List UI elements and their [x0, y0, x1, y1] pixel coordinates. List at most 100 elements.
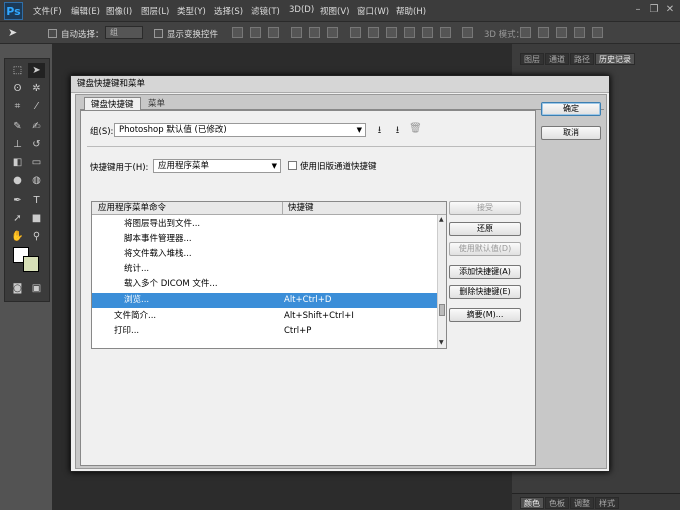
align-bottom-icon[interactable]: [268, 27, 279, 38]
hand-tool-icon[interactable]: ✋: [9, 229, 26, 244]
scrollbar-thumb[interactable]: [439, 304, 445, 316]
set-dropdown[interactable]: Photoshop 默认值 (已修改) ▼: [114, 123, 366, 137]
table-row[interactable]: 将文件载入堆栈...: [92, 247, 437, 262]
magic-wand-icon[interactable]: ✲: [28, 81, 45, 96]
healing-brush-icon[interactable]: ✎: [9, 119, 26, 134]
table-row-selected[interactable]: 浏览... Alt+Ctrl+D: [92, 293, 437, 308]
crop-tool-icon[interactable]: ⌗: [9, 99, 26, 114]
align-right-icon[interactable]: [327, 27, 338, 38]
auto-align-icon[interactable]: [462, 27, 473, 38]
align-vcenter-icon[interactable]: [250, 27, 261, 38]
show-transform-checkbox[interactable]: [154, 29, 163, 38]
auto-select-checkbox[interactable]: [48, 29, 57, 38]
marquee-tool-icon[interactable]: ⬚: [9, 63, 26, 78]
menu-layer[interactable]: 图层(L): [141, 5, 169, 17]
brush-tool-icon[interactable]: ✍: [28, 119, 45, 134]
tab-layers[interactable]: 图层: [520, 53, 544, 65]
new-set-icon[interactable]: ⭳: [391, 123, 404, 136]
menu-help[interactable]: 帮助(H): [396, 5, 426, 17]
3d-scale-icon[interactable]: [592, 27, 603, 38]
close-icon[interactable]: ✕: [664, 4, 676, 16]
tab-paths[interactable]: 路径: [570, 53, 594, 65]
table-scrollbar[interactable]: ▲ ▼: [437, 215, 446, 348]
shortcuts-for-dropdown[interactable]: 应用程序菜单 ▼: [153, 159, 281, 173]
show-transform-label: 显示变换控件: [167, 30, 219, 40]
3d-slide-icon[interactable]: [574, 27, 585, 38]
menu-filter[interactable]: 滤镜(T): [251, 5, 280, 17]
lasso-tool-icon[interactable]: ʘ: [9, 81, 26, 96]
align-top-icon[interactable]: [232, 27, 243, 38]
align-hcenter-icon[interactable]: [309, 27, 320, 38]
use-default-button[interactable]: 使用默认值(D): [449, 242, 521, 256]
tab-styles[interactable]: 样式: [595, 497, 619, 509]
delete-set-icon[interactable]: 🗑: [409, 123, 422, 136]
move-tool-icon[interactable]: ➤: [28, 63, 45, 78]
tab-color[interactable]: 颜色: [520, 497, 544, 509]
command-cell: 打印...: [114, 326, 140, 336]
distribute-right-icon[interactable]: [440, 27, 451, 38]
type-tool-icon[interactable]: T: [28, 193, 45, 208]
menu-edit[interactable]: 编辑(E): [71, 5, 100, 17]
distribute-top-icon[interactable]: [350, 27, 361, 38]
distribute-vcenter-icon[interactable]: [368, 27, 379, 38]
restore-icon[interactable]: ❐: [648, 4, 660, 16]
tab-history[interactable]: 历史记录: [595, 53, 635, 65]
menu-select[interactable]: 选择(S): [214, 5, 243, 17]
auto-select-dropdown[interactable]: 组: [105, 26, 143, 39]
clone-stamp-icon[interactable]: ⊥: [9, 137, 26, 152]
menu-view[interactable]: 视图(V): [320, 5, 349, 17]
tab-keyboard-shortcuts[interactable]: 键盘快捷键: [84, 97, 141, 111]
tab-menus[interactable]: 菜单: [142, 97, 171, 111]
tab-swatches[interactable]: 色板: [545, 497, 569, 509]
accept-button[interactable]: 接受: [449, 201, 521, 215]
3d-pan-icon[interactable]: [556, 27, 567, 38]
distribute-left-icon[interactable]: [404, 27, 415, 38]
eyedropper-icon[interactable]: ⁄: [28, 99, 45, 114]
eraser-icon[interactable]: ◧: [9, 155, 26, 170]
menu-file[interactable]: 文件(F): [33, 5, 62, 17]
summarize-button[interactable]: 摘要(M)...: [449, 308, 521, 322]
add-shortcut-button[interactable]: 添加快捷键(A): [449, 265, 521, 279]
command-cell: 脚本事件管理器...: [124, 234, 192, 244]
delete-shortcut-button[interactable]: 删除快捷键(E): [449, 285, 521, 299]
align-left-icon[interactable]: [291, 27, 302, 38]
undo-button[interactable]: 还原: [449, 222, 521, 236]
command-cell: 浏览...: [124, 295, 150, 305]
background-color-swatch[interactable]: [23, 256, 39, 272]
ok-button[interactable]: 确定: [541, 102, 601, 116]
scroll-up-icon[interactable]: ▲: [439, 216, 444, 223]
pen-tool-icon[interactable]: ✒: [9, 193, 26, 208]
menu-type[interactable]: 类型(Y): [177, 5, 206, 17]
save-set-icon[interactable]: ⭳: [373, 123, 386, 136]
3d-rotate-icon[interactable]: [520, 27, 531, 38]
menu-window[interactable]: 窗口(W): [357, 5, 389, 17]
distribute-bottom-icon[interactable]: [386, 27, 397, 38]
minimize-icon[interactable]: –: [632, 4, 644, 16]
gradient-icon[interactable]: ▭: [28, 155, 45, 170]
table-row[interactable]: 文件简介... Alt+Shift+Ctrl+I: [92, 309, 437, 324]
distribute-hcenter-icon[interactable]: [422, 27, 433, 38]
table-row[interactable]: 打印... Ctrl+P: [92, 324, 437, 339]
table-row[interactable]: 统计...: [92, 262, 437, 277]
tab-adjustments[interactable]: 调整: [570, 497, 594, 509]
screen-mode-icon[interactable]: ▣: [28, 281, 45, 296]
scroll-down-icon[interactable]: ▼: [439, 339, 444, 346]
table-row[interactable]: 载入多个 DICOM 文件...: [92, 277, 437, 292]
zoom-tool-icon[interactable]: ⚲: [28, 229, 45, 244]
history-brush-icon[interactable]: ↺: [28, 137, 45, 152]
path-select-icon[interactable]: ➚: [9, 211, 26, 226]
cancel-button[interactable]: 取消: [541, 126, 601, 140]
menu-3d[interactable]: 3D(D): [289, 5, 314, 15]
move-tool-icon[interactable]: ➤: [8, 26, 17, 39]
table-row[interactable]: 脚本事件管理器...: [92, 232, 437, 247]
blur-tool-icon[interactable]: ●: [9, 173, 26, 188]
dodge-tool-icon[interactable]: ◍: [28, 173, 45, 188]
quick-mask-icon[interactable]: ◙: [9, 281, 26, 296]
menu-image[interactable]: 图像(I): [106, 5, 132, 17]
tab-channels[interactable]: 通道: [545, 53, 569, 65]
table-row[interactable]: 将图层导出到文件...: [92, 217, 437, 232]
shape-tool-icon[interactable]: ■: [28, 211, 45, 226]
legacy-channel-checkbox[interactable]: [288, 161, 297, 170]
3d-roll-icon[interactable]: [538, 27, 549, 38]
legacy-channel-label: 使用旧版通道快捷键: [300, 162, 377, 172]
